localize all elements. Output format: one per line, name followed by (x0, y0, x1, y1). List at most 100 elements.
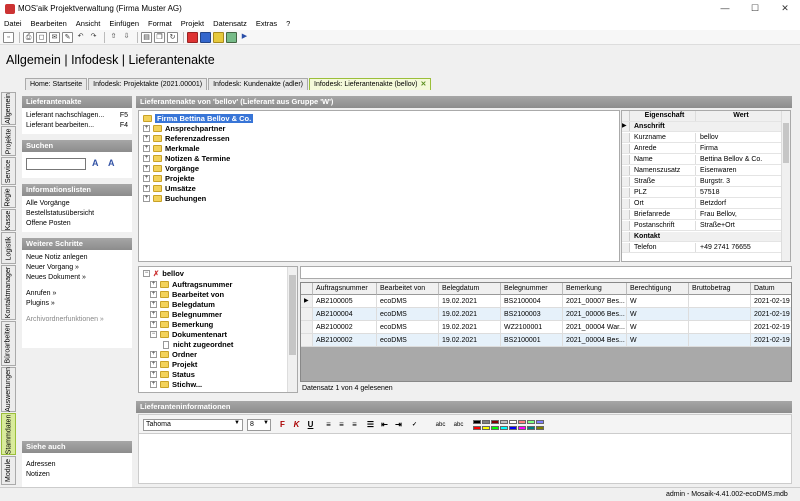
expand-icon[interactable]: + (143, 155, 150, 162)
vtab-regie[interactable]: Regie (1, 186, 16, 208)
col-berechtigung[interactable]: Berechtigung (627, 283, 689, 295)
property-row[interactable]: Namenszusatz Eisenwaren (622, 166, 782, 176)
tree-leaf[interactable]: nicht zugeordnet (163, 340, 233, 349)
expand-icon[interactable]: + (143, 125, 150, 132)
grid-cell[interactable]: 19.02.2021 (439, 334, 501, 347)
font-select[interactable]: Tahoma (143, 419, 243, 431)
minimize-button[interactable]: — (710, 0, 740, 17)
property-row[interactable]: Name Bettina Bellov & Co. (622, 155, 782, 165)
grid-cell[interactable]: ecoDMS (377, 308, 439, 321)
vtab-projekte[interactable]: Projekte (1, 126, 16, 156)
scroll-thumb[interactable] (783, 123, 789, 163)
property-row[interactable]: PLZ 57518 (622, 188, 782, 198)
color-swatch-lightgreen[interactable] (527, 420, 535, 424)
color-swatch-green[interactable] (491, 426, 499, 430)
color-swatch-grey[interactable] (482, 420, 490, 424)
vtab-service[interactable]: Service (1, 157, 16, 185)
expand-icon[interactable]: + (150, 351, 157, 358)
redo-icon[interactable]: ↷ (88, 32, 99, 43)
align-center-icon[interactable]: ≡ (336, 419, 347, 431)
color-swatch-yellow[interactable] (482, 426, 490, 430)
link-neue-notiz[interactable]: Neue Notiz anlegen (26, 253, 128, 263)
expand-icon[interactable]: + (150, 321, 157, 328)
person-icon[interactable] (200, 31, 211, 43)
property-group[interactable]: Kontakt (622, 232, 782, 242)
tree-node[interactable]: + Merkmale (143, 144, 200, 153)
tree-node[interactable]: + Vorgänge (143, 164, 199, 173)
outdent-icon[interactable]: ⇥ (393, 419, 404, 431)
property-value[interactable]: Betzdorf (696, 199, 782, 208)
grid-cell[interactable]: W (627, 321, 689, 334)
link-plugins[interactable]: Plugins » (26, 299, 128, 309)
expand-icon[interactable]: + (150, 311, 157, 318)
link-neuer-vorgang[interactable]: Neuer Vorgang » (26, 263, 128, 273)
grid-cell[interactable]: 2021-02-19 (751, 295, 791, 308)
grid-cell[interactable]: ecoDMS (377, 321, 439, 334)
tab-home-startseite[interactable]: Home: Startseite (25, 78, 88, 90)
indent-icon[interactable]: ⇤ (379, 419, 390, 431)
tree-node[interactable]: + Bearbeitet von (150, 290, 224, 299)
lieferanteninfo-editor[interactable] (138, 434, 792, 484)
tree-node[interactable]: + Buchungen (143, 194, 206, 203)
menu-format[interactable]: Format (148, 19, 172, 28)
color-swatch-silver[interactable] (500, 420, 508, 424)
align-left-icon[interactable]: ≡ (323, 419, 334, 431)
undo-icon[interactable]: ↶ (75, 32, 86, 43)
property-row[interactable]: Postanschrift Straße+Ort (622, 221, 782, 231)
refresh-icon[interactable]: ↻ (167, 31, 178, 43)
grid-cell[interactable]: 2021-02-19 (751, 308, 791, 321)
link-offene-posten[interactable]: Offene Posten (26, 219, 128, 229)
italic-icon[interactable]: K (291, 419, 302, 431)
grid-cell[interactable]: WZ2100001 (501, 321, 563, 334)
chevron-down-icon[interactable]: ▼ (234, 420, 240, 426)
arrow-up-icon[interactable]: ⇧ (108, 32, 119, 43)
col-belegdatum[interactable]: Belegdatum (439, 283, 501, 295)
menu-ansicht[interactable]: Ansicht (76, 19, 101, 28)
tree-node[interactable]: + Projekte (143, 174, 195, 183)
tree-root[interactable]: − ✗ bellov (143, 269, 184, 278)
grid-cell[interactable]: 2021_00004 War... (563, 321, 627, 334)
tree-node[interactable]: + Bemerkung (150, 320, 213, 329)
color-swatch-maroon[interactable] (491, 420, 499, 424)
property-value[interactable]: Bettina Bellov & Co. (696, 155, 782, 164)
expand-icon[interactable]: + (143, 195, 150, 202)
grid-cell[interactable]: 2021-02-19 (751, 321, 791, 334)
property-grid[interactable]: Eigenschaft Wert ▶ Anschrift Kurzname bell… (621, 110, 791, 262)
vtab-module[interactable]: Module (1, 456, 16, 485)
property-row[interactable]: Telefon +49 2741 76655 (622, 243, 782, 253)
property-value[interactable]: 57518 (696, 188, 782, 197)
maximize-button[interactable]: ☐ (740, 0, 770, 17)
link-adressen[interactable]: Adressen (26, 460, 128, 470)
supplier-tree[interactable]: Firma Bettina Bellov & Co. + Ansprechpart… (138, 110, 620, 262)
tree-node[interactable]: + Auftragsnummer (150, 280, 232, 289)
grid-cell[interactable]: 19.02.2021 (439, 308, 501, 321)
tree-node[interactable]: + Umsätze (143, 184, 196, 193)
close-tab-icon[interactable]: ✕ (421, 79, 427, 90)
grid-cell[interactable]: BS2100001 (501, 334, 563, 347)
collapse-icon[interactable]: − (150, 331, 157, 338)
grid-cell[interactable]: 2021_00006 Bes... (563, 308, 627, 321)
tree-node[interactable]: + Belegnummer (150, 310, 222, 319)
expand-icon[interactable]: + (143, 185, 150, 192)
chevron-down-icon[interactable]: ▼ (263, 420, 269, 426)
tree-node[interactable]: + Referenzadressen (143, 134, 230, 143)
property-value[interactable]: Frau Bellov, (696, 210, 782, 219)
col-wert[interactable]: Wert (696, 111, 782, 121)
search-next-icon[interactable]: A (108, 158, 119, 169)
property-value[interactable]: Straße+Ort (696, 221, 782, 230)
property-row[interactable]: Straße Burgstr. 3 (622, 177, 782, 187)
grid-cell[interactable]: 2021_00007 Bes... (563, 295, 627, 308)
search-icon[interactable] (226, 31, 237, 43)
tree-node[interactable]: + Ansprechpartner (143, 124, 225, 133)
arrow-down-icon[interactable]: ⇩ (121, 32, 132, 43)
play-icon[interactable]: ▶ (239, 32, 250, 43)
color-swatch-lightblue[interactable] (536, 420, 544, 424)
grid-cell[interactable] (689, 334, 751, 347)
abc-check-icon[interactable]: abc (453, 419, 464, 431)
tab-lieferantenakte[interactable]: Infodesk: Lieferantenakte (bellov) ✕ (309, 78, 432, 90)
col-bearbeitet-von[interactable]: Bearbeitet von (377, 283, 439, 295)
spellcheck-icon[interactable]: ✓ (409, 419, 420, 431)
menu-datensatz[interactable]: Datensatz (213, 19, 247, 28)
grid-cell[interactable]: 2021_00004 Bes... (563, 334, 627, 347)
print-icon[interactable]: ⎙ (23, 31, 34, 43)
